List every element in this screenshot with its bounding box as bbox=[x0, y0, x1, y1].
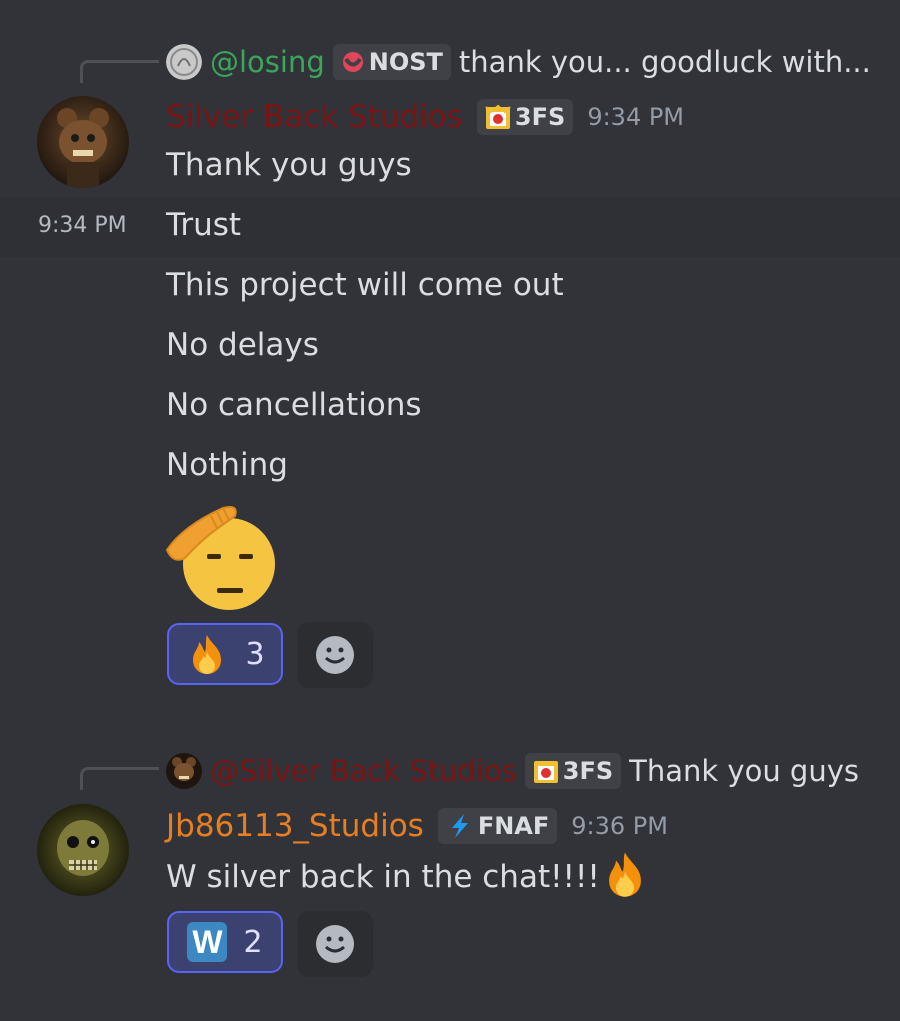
clan-tag-label: FNAF bbox=[477, 812, 550, 840]
message-header: Jb86113_Studios FNAF 9:36 PM bbox=[166, 804, 668, 848]
username[interactable]: Silver Back Studios bbox=[166, 99, 463, 135]
fire-icon bbox=[608, 852, 641, 897]
reply-avatar[interactable] bbox=[166, 44, 202, 80]
clan-tag-label: 3FS bbox=[562, 757, 614, 785]
clan-tag[interactable]: FNAF bbox=[437, 808, 558, 844]
reaction-fire[interactable]: 3 bbox=[167, 623, 283, 685]
clan-tag-label: 3FS bbox=[514, 103, 566, 131]
reaction-count: 2 bbox=[243, 924, 263, 960]
avatar[interactable] bbox=[37, 804, 129, 896]
fire-icon bbox=[193, 635, 222, 674]
reply-avatar[interactable] bbox=[166, 753, 202, 789]
add-reaction-button[interactable] bbox=[297, 911, 373, 977]
reply-connector bbox=[80, 767, 159, 790]
crown-badge-icon bbox=[485, 104, 511, 129]
message-text: This project will come out bbox=[166, 267, 564, 303]
message-text: W silver back in the chat!!!! bbox=[166, 859, 600, 895]
message-text: Nothing bbox=[166, 447, 288, 483]
add-reaction-button[interactable] bbox=[297, 622, 373, 688]
message-text: No delays bbox=[166, 327, 319, 363]
message-hover-row[interactable] bbox=[0, 197, 900, 257]
message-text-row: W silver back in the chat!!!! bbox=[166, 852, 650, 899]
timestamp[interactable]: 9:34 PM bbox=[587, 103, 684, 131]
clan-tag[interactable]: 3FS bbox=[524, 753, 622, 789]
reply-preview[interactable]: @Silver Back Studios 3FS Thank you guys bbox=[166, 751, 859, 791]
message-text: No cancellations bbox=[166, 387, 422, 423]
lightning-icon bbox=[451, 814, 468, 838]
username[interactable]: Jb86113_Studios bbox=[166, 808, 424, 844]
hover-timestamp[interactable]: 9:34 PM bbox=[38, 213, 127, 238]
nost-tag-icon bbox=[342, 52, 363, 72]
saluting-face-emoji[interactable] bbox=[163, 498, 281, 616]
reply-preview[interactable]: @losing NOST thank you... goodluck with.… bbox=[166, 42, 871, 82]
reaction-count: 3 bbox=[245, 636, 265, 672]
clan-tag[interactable]: NOST bbox=[332, 44, 451, 80]
avatar[interactable] bbox=[37, 96, 129, 188]
smiley-icon bbox=[316, 925, 354, 963]
crown-badge-icon bbox=[533, 761, 558, 783]
reply-username[interactable]: @Silver Back Studios bbox=[210, 754, 517, 788]
timestamp[interactable]: 9:36 PM bbox=[571, 812, 668, 840]
message-text: Thank you guys bbox=[166, 147, 412, 183]
message-header: Silver Back Studios 3FS 9:34 PM bbox=[166, 95, 684, 139]
reaction-w[interactable]: W 2 bbox=[167, 911, 283, 973]
reply-connector bbox=[80, 60, 159, 83]
regional-indicator-w-icon: W bbox=[187, 922, 228, 962]
reply-text[interactable]: thank you... goodluck with... bbox=[459, 45, 871, 79]
reply-username[interactable]: @losing bbox=[210, 45, 325, 79]
reply-text[interactable]: Thank you guys bbox=[629, 754, 859, 788]
clan-tag[interactable]: 3FS bbox=[476, 99, 574, 135]
message-text: Trust bbox=[166, 207, 242, 243]
smiley-icon bbox=[316, 636, 354, 674]
clan-tag-label: NOST bbox=[368, 48, 443, 76]
